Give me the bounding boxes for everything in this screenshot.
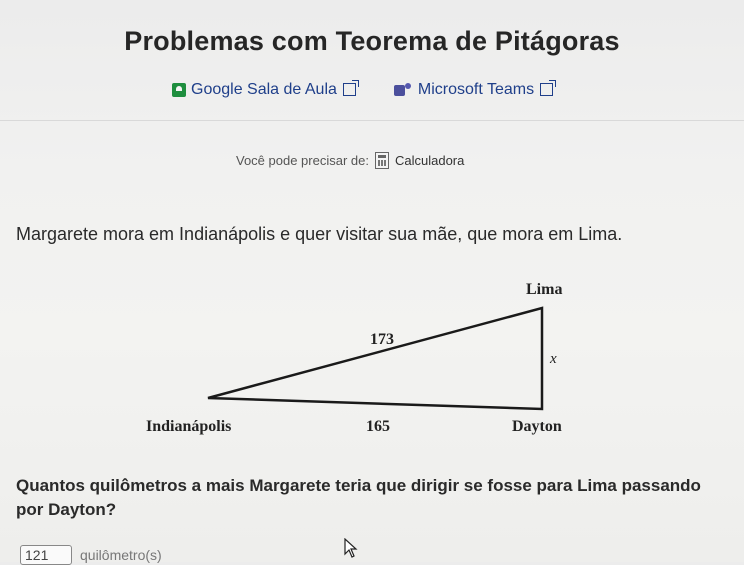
microsoft-teams-link[interactable]: Microsoft Teams (393, 79, 557, 99)
leg-label: x (549, 351, 557, 367)
microsoft-teams-icon (393, 83, 412, 97)
external-link-icon (342, 79, 359, 96)
triangle-shape (207, 306, 544, 411)
microsoft-teams-label: Microsoft Teams (417, 81, 535, 98)
external-link-icon (540, 79, 557, 96)
problem-statement: Margarete mora em Indianápolis e quer vi… (16, 224, 623, 244)
answer-row: quilômetro(s) (20, 545, 162, 565)
vertex-label-indianapolis: Indianápolis (146, 418, 231, 435)
triangle-diagram: Lima 173 x Indianápolis 165 Dayton (146, 281, 562, 435)
google-classroom-icon (172, 83, 186, 97)
calculator-icon (374, 152, 389, 169)
calculator-link[interactable]: Calculadora (395, 153, 464, 168)
google-classroom-label: Google Sala de Aula (191, 81, 337, 98)
answer-unit-label: quilômetro(s) (80, 547, 162, 563)
answer-input[interactable] (20, 545, 72, 565)
calculator-prompt: Você pode precisar de: (236, 153, 369, 168)
base-label: 165 (366, 418, 390, 435)
page-title: Problemas com Teorema de Pitágoras (124, 26, 620, 56)
mouse-cursor-icon (344, 538, 358, 558)
google-classroom-link[interactable]: Google Sala de Aula (172, 79, 359, 99)
vertex-label-dayton: Dayton (512, 418, 562, 435)
hypotenuse-label: 173 (370, 331, 394, 348)
share-links: Google Sala de Aula Microsoft Teams (172, 77, 557, 103)
divider (0, 120, 744, 121)
calculator-hint: Você pode precisar de: Calculadora (236, 152, 464, 169)
vertex-label-lima: Lima (526, 281, 562, 298)
question-text: Quantos quilômetros a mais Margarete ter… (16, 476, 701, 519)
